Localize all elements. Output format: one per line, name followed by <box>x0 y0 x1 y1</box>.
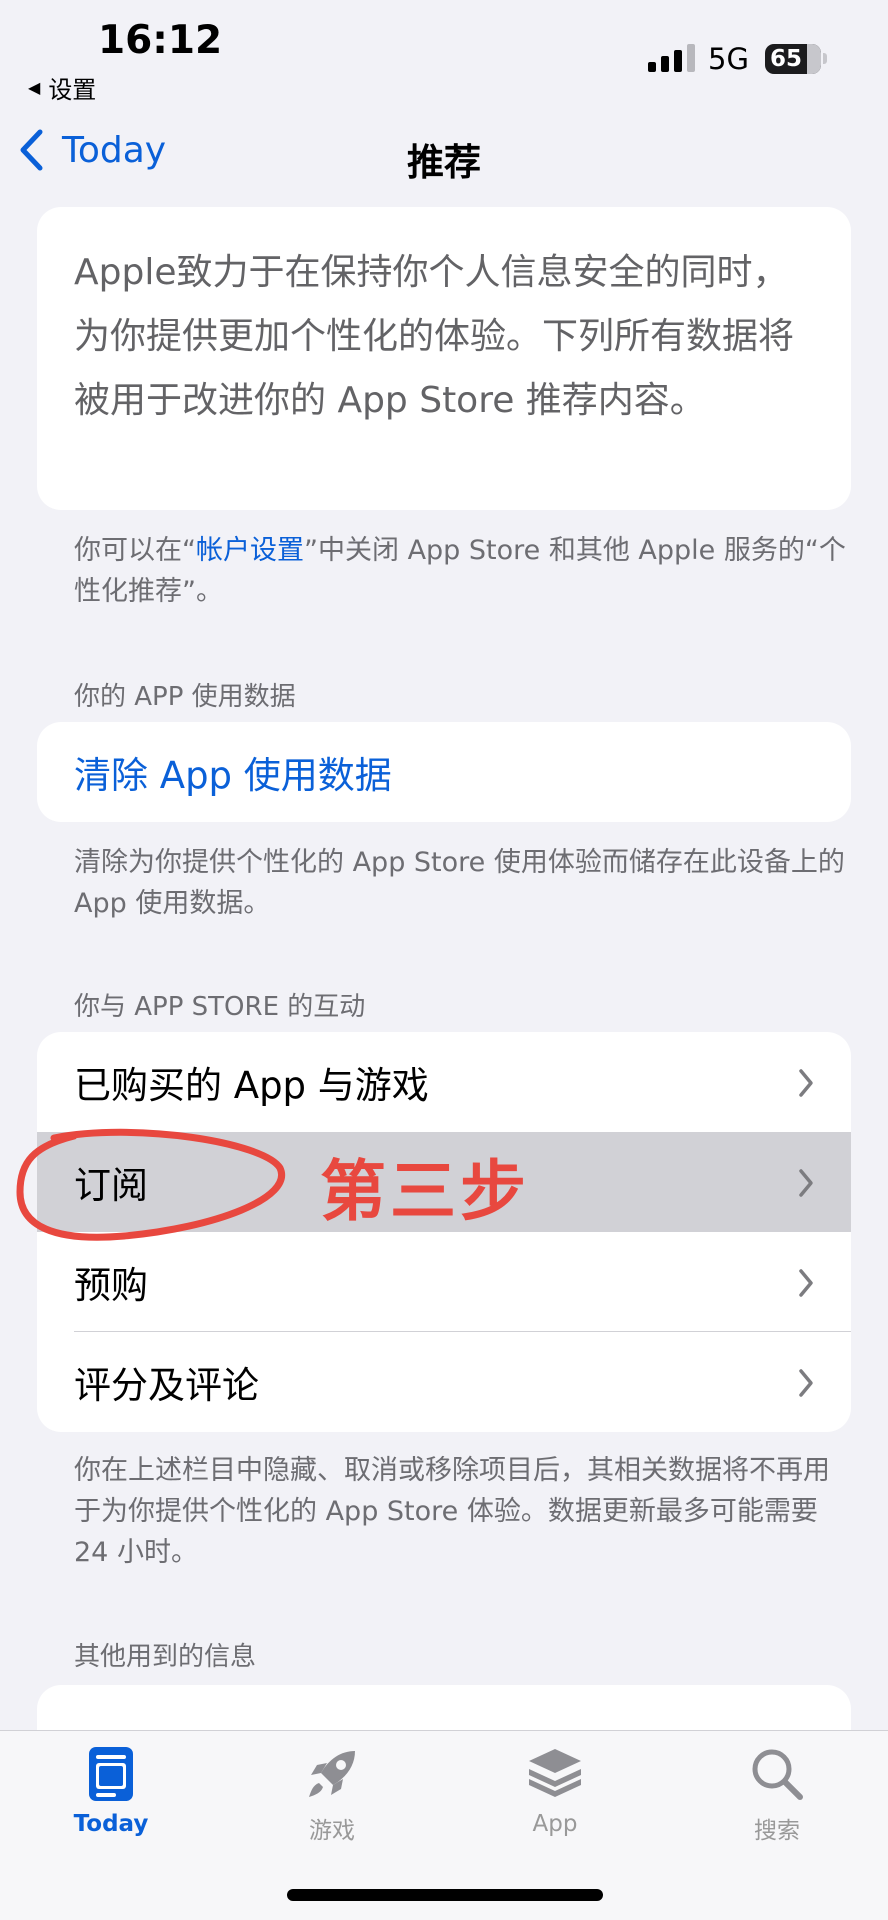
usage-footer: 清除为你提供个性化的 App Store 使用体验而储存在此设备上的 App 使… <box>74 847 845 919</box>
tab-games[interactable]: 游戏 <box>257 1745 407 1845</box>
account-settings-link[interactable]: 帐户设置 <box>196 535 304 566</box>
back-to-app-link[interactable]: ◀ 设置 <box>28 70 96 105</box>
battery-level: 65 <box>770 46 803 72</box>
tab-label: 游戏 <box>309 1818 355 1844</box>
tab-label: Today <box>73 1811 149 1837</box>
home-indicator <box>287 1889 603 1901</box>
layers-icon <box>529 1749 581 1797</box>
tab-today[interactable]: Today <box>36 1745 186 1837</box>
chevron-right-icon <box>799 1169 813 1197</box>
row-label: 评分及评论 <box>74 1364 259 1407</box>
signal-icon <box>648 44 695 72</box>
network-type: 5G <box>708 42 749 76</box>
status-time: 16:12 <box>98 18 223 63</box>
other-section-header: 其他用到的信息 <box>74 1642 257 1672</box>
back-app-label: 设置 <box>48 76 97 104</box>
usage-section-header: 你的 APP 使用数据 <box>74 682 296 712</box>
chevron-right-icon <box>799 1269 813 1297</box>
ratings-reviews-row[interactable]: 评分及评论 <box>37 1332 851 1432</box>
tab-search[interactable]: 搜索 <box>702 1745 852 1845</box>
purchased-apps-row[interactable]: 已购买的 App 与游戏 <box>37 1032 851 1132</box>
battery-icon: 65 <box>765 44 821 74</box>
status-bar: 16:12 ◀ 设置 5G 65 <box>0 0 888 110</box>
clear-usage-data-button[interactable]: 清除 App 使用数据 <box>74 745 392 799</box>
navigation-bar: Today 推荐 <box>0 120 888 192</box>
tab-apps[interactable]: App <box>480 1745 630 1837</box>
settings-note: 你可以在“帐户设置”中关闭 App Store 和其他 Apple 服务的“个性… <box>74 530 854 612</box>
settings-note-prefix: 你可以在“ <box>74 535 196 566</box>
today-icon <box>89 1747 133 1801</box>
page-title: 推荐 <box>407 141 481 184</box>
tab-label: 搜索 <box>754 1818 800 1844</box>
intro-text: Apple致力于在保持你个人信息安全的同时，为你提供更加个性化的体验。下列所有数… <box>74 252 795 421</box>
back-triangle-icon: ◀ <box>28 78 41 97</box>
clear-usage-card: 清除 App 使用数据 <box>37 722 851 822</box>
row-label: 已购买的 App 与游戏 <box>74 1064 429 1107</box>
interaction-footer: 你在上述栏目中隐藏、取消或移除项目后，其相关数据将不再用于为你提供个性化的 Ap… <box>74 1455 830 1568</box>
intro-card: Apple致力于在保持你个人信息安全的同时，为你提供更加个性化的体验。下列所有数… <box>37 207 851 510</box>
interaction-section-header: 你与 APP STORE 的互动 <box>74 992 366 1022</box>
search-icon <box>752 1749 803 1800</box>
rocket-icon <box>309 1751 355 1797</box>
chevron-right-icon <box>799 1369 813 1397</box>
battery-cap <box>823 53 827 64</box>
annotation-oval <box>16 1128 286 1241</box>
row-label: 预购 <box>74 1264 148 1307</box>
tab-label: App <box>532 1811 578 1837</box>
chevron-right-icon <box>799 1069 813 1097</box>
annotation-step-label: 第三步 <box>320 1153 530 1230</box>
